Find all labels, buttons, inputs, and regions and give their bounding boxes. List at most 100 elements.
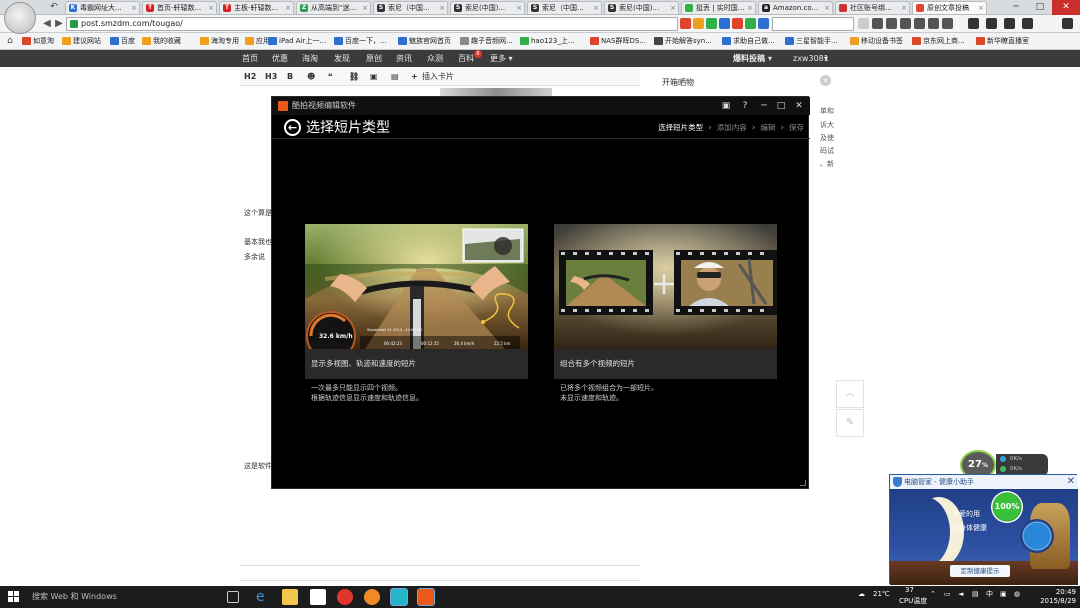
extension-icon[interactable]: [680, 18, 691, 29]
bookmark-item[interactable]: 百度一下，...: [334, 36, 387, 47]
resize-grip[interactable]: [800, 480, 806, 486]
site-nav-item[interactable]: 优惠: [272, 53, 288, 64]
user-avatar[interactable]: [4, 2, 36, 34]
minimize-icon[interactable]: ─: [1004, 0, 1028, 15]
bookmark-item[interactable]: 京东网上商...: [912, 36, 965, 47]
quote-icon[interactable]: ❝: [328, 72, 333, 82]
video-editor-app-icon[interactable]: [417, 588, 435, 606]
heading2-button[interactable]: H2: [244, 72, 256, 82]
bookmark-item[interactable]: NAS群晖DS...: [590, 36, 646, 47]
tab-close-icon[interactable]: ×: [824, 2, 830, 14]
extension-icon[interactable]: [886, 18, 897, 29]
download-icon[interactable]: [1004, 18, 1015, 29]
browser-tab[interactable]: Z 从高端到“迷... ×: [296, 1, 371, 14]
notification-icon[interactable]: ⌃: [930, 590, 936, 598]
network-icon[interactable]: ▭: [944, 590, 951, 598]
tab-close-icon[interactable]: ×: [516, 2, 522, 14]
extension-icon[interactable]: [732, 18, 743, 29]
chat-icon[interactable]: [1022, 18, 1033, 29]
browser-tab[interactable]: a Amazon.co... ×: [758, 1, 833, 14]
bookmark-item[interactable]: 三星智能手...: [785, 36, 838, 47]
extension-icon[interactable]: [719, 18, 730, 29]
bookmark-item[interactable]: 魅族官网首页: [398, 36, 451, 47]
submit-post-link[interactable]: 爆料投稿: [733, 53, 765, 64]
extension-icon[interactable]: [693, 18, 704, 29]
home-icon[interactable]: ⌂: [4, 36, 16, 47]
site-nav-item[interactable]: 资讯: [396, 53, 412, 64]
tab-close-icon[interactable]: ×: [747, 2, 753, 14]
tab-close-icon[interactable]: ×: [901, 2, 907, 14]
browser-search-input[interactable]: [772, 17, 854, 31]
bookmark-item[interactable]: iPad Air上一...: [268, 36, 326, 47]
site-nav-item[interactable]: 百科 8: [458, 50, 482, 64]
tab-close-icon[interactable]: ×: [285, 2, 291, 14]
plus-icon[interactable]: +: [411, 72, 418, 82]
close-icon[interactable]: ×: [820, 75, 831, 86]
bookmark-item[interactable]: 海淘专用: [200, 36, 239, 47]
tab-close-icon[interactable]: ×: [439, 2, 445, 14]
extension-icon[interactable]: [928, 18, 939, 29]
browser-tab[interactable]: 原创文章投稿 ×: [912, 1, 987, 14]
close-icon[interactable]: ✕: [1067, 475, 1075, 489]
bookmark-item[interactable]: 新华瞭直播室: [976, 36, 1029, 47]
browser-tab[interactable]: S 索尼（中国... ×: [373, 1, 448, 14]
minimize-icon[interactable]: ─: [757, 100, 771, 112]
site-nav-item[interactable]: 众测: [427, 53, 443, 64]
tab-close-icon[interactable]: ×: [978, 2, 984, 14]
bold-button[interactable]: B: [287, 72, 293, 82]
video-icon[interactable]: ▤: [391, 72, 399, 82]
maximize-icon[interactable]: □: [1028, 0, 1052, 15]
edit-icon[interactable]: ✎: [836, 409, 864, 437]
tab-close-icon[interactable]: ×: [362, 2, 368, 14]
maximize-icon[interactable]: □: [774, 100, 788, 112]
browser-tab[interactable]: 挺丢 | 实时国... ×: [681, 1, 756, 14]
emoji-icon[interactable]: ☻: [307, 72, 315, 82]
extension-icon[interactable]: [942, 18, 953, 29]
browser-tab[interactable]: T 首页-轩辕数... ×: [142, 1, 217, 14]
site-nav-item[interactable]: 原创: [366, 53, 382, 64]
taskbar-search-input[interactable]: 搜索 Web 和 Windows: [32, 588, 218, 606]
bookmark-item[interactable]: 建议网站: [62, 36, 101, 47]
volume-icon[interactable]: ◄: [958, 590, 963, 598]
star-icon[interactable]: [986, 18, 997, 29]
browser-app-icon[interactable]: [364, 589, 380, 605]
edge-icon[interactable]: e: [256, 589, 272, 605]
back-arrow-icon[interactable]: ↶: [48, 2, 60, 13]
task-view-icon[interactable]: [227, 591, 239, 603]
action-center-icon[interactable]: ▤: [972, 590, 979, 598]
help-icon[interactable]: ?: [738, 100, 752, 112]
forward-button[interactable]: ▶: [52, 18, 66, 30]
editor-app-icon[interactable]: [390, 588, 408, 606]
file-explorer-icon[interactable]: [282, 589, 298, 605]
browser-tab[interactable]: T 主板-轩辕数... ×: [219, 1, 294, 14]
bookmark-item[interactable]: 移动设备书签: [850, 36, 903, 47]
bookmark-item[interactable]: 我的收藏: [142, 36, 181, 47]
url-input[interactable]: post.smzdm.com/tougao/: [66, 17, 678, 31]
clock[interactable]: 20:49 2015/8/29: [1040, 588, 1076, 606]
tab-close-icon[interactable]: ×: [208, 2, 214, 14]
briefcase-icon[interactable]: ▣: [719, 100, 733, 112]
link-icon[interactable]: ⛓: [349, 72, 359, 82]
back-arrow-icon[interactable]: ←: [284, 119, 301, 136]
ime-indicator[interactable]: 中: [986, 590, 993, 598]
extension-icon[interactable]: [900, 18, 911, 29]
tab-close-icon[interactable]: ×: [670, 2, 676, 14]
tab-close-icon[interactable]: ×: [131, 2, 137, 14]
custom-health-tip-button[interactable]: 定制健康提示: [950, 565, 1010, 577]
image-icon[interactable]: ▣: [370, 72, 378, 82]
extension-icon[interactable]: [706, 18, 717, 29]
bookmark-item[interactable]: 如意淘: [22, 36, 54, 47]
site-nav-item[interactable]: 更多 ▾: [490, 53, 513, 64]
kingsoft-icon[interactable]: [968, 18, 979, 29]
insert-card-button[interactable]: 插入卡片: [422, 72, 454, 82]
extension-icon[interactable]: [872, 18, 883, 29]
heading3-button[interactable]: H3: [265, 72, 277, 82]
browser-tab[interactable]: S 索尼(中国)... ×: [450, 1, 525, 14]
bookmark-item[interactable]: 求助自己做...: [722, 36, 775, 47]
site-nav-item[interactable]: 海淘: [302, 53, 318, 64]
close-icon[interactable]: ✕: [792, 100, 806, 112]
menu-icon[interactable]: [1062, 18, 1073, 29]
bookmark-item[interactable]: hao123_上...: [520, 36, 575, 47]
site-nav-item[interactable]: 发现: [334, 53, 350, 64]
scroll-top-button[interactable]: ︿: [836, 380, 864, 408]
